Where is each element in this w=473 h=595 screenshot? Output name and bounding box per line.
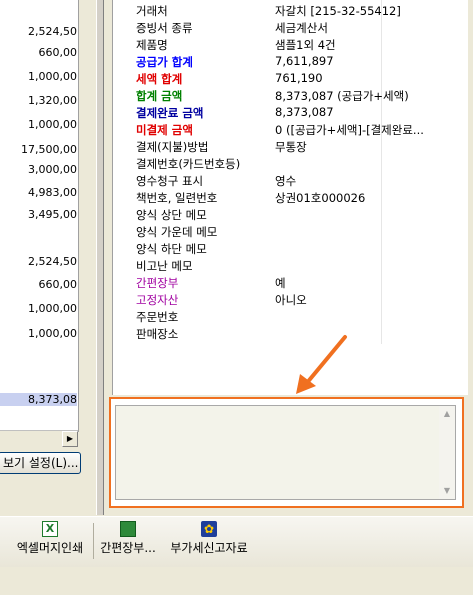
vat-report-data-button[interactable]: ✿ 부가세신고자료 <box>165 521 253 563</box>
property-key: 세액 합계 <box>136 72 183 86</box>
toolbar-separator <box>93 523 94 559</box>
property-key: 고정자산 <box>136 293 179 307</box>
property-key: 결제완료 금액 <box>136 106 204 120</box>
excel-icon: X <box>42 521 58 537</box>
view-settings-button[interactable]: 보기 설정(L)... <box>0 452 81 474</box>
property-value[interactable]: 상권01호000026 <box>275 190 365 206</box>
grid-amount-cell[interactable]: 8,373,08 <box>0 393 77 406</box>
grid-amount-cell[interactable]: 660,00 <box>0 46 78 59</box>
property-value[interactable]: 761,190 <box>275 71 323 85</box>
property-key: 판매장소 <box>136 327 179 341</box>
property-value[interactable]: 영수 <box>275 173 296 189</box>
grid-amount-cell[interactable]: 3,495,00 <box>0 208 77 221</box>
properties-panel: 거래처 자갈치 [215-32-55412] 증빙서 종류 세금계산서제품명 샘플1외 … <box>112 0 468 395</box>
property-row[interactable]: 양식 하단 메모 <box>113 241 468 258</box>
simple-ledger-label: 간편장부... <box>100 541 156 555</box>
property-row[interactable]: 양식 가운데 메모 <box>113 224 468 241</box>
property-row[interactable]: 미결제 금액 0 ([공급가+세액]-[결제완료... <box>113 122 468 139</box>
property-value[interactable]: 아니오 <box>275 292 307 308</box>
scroll-down-arrow-icon[interactable]: ▼ <box>439 483 455 499</box>
property-value[interactable]: 자갈치 [215-32-55412] <box>275 3 401 19</box>
memo-scrollbar[interactable]: ▲ ▼ <box>439 406 455 499</box>
property-key: 미결제 금액 <box>136 123 193 137</box>
memo-textarea[interactable] <box>115 405 456 500</box>
property-value[interactable]: 8,373,087 <box>275 105 334 119</box>
grid-amount-cell[interactable]: 17,500,00 <box>0 143 77 156</box>
property-value[interactable]: 0 ([공급가+세액]-[결제완료... <box>275 122 424 138</box>
property-row[interactable]: 양식 상단 메모 <box>113 207 468 224</box>
property-value[interactable]: 샘플1외 4건 <box>275 37 336 53</box>
horizontal-scrollbar[interactable]: ▶ <box>0 430 78 447</box>
property-key: 양식 가운데 메모 <box>136 225 218 239</box>
property-row[interactable]: 책번호, 일련번호 상권01호000026 <box>113 190 468 207</box>
property-row[interactable]: 고정자산 아니오 <box>113 292 468 309</box>
grid-amount-cell[interactable]: 2,524,50 <box>0 25 77 38</box>
grid-amount-cell[interactable]: 1,000,00 <box>0 327 77 340</box>
property-row[interactable]: 간편장부 예 <box>113 275 468 292</box>
property-key: 거래처 <box>136 4 168 18</box>
property-key: 합계 금액 <box>136 89 183 103</box>
property-value[interactable]: 무통장 <box>275 139 307 155</box>
property-key: 공급가 합계 <box>136 55 193 69</box>
property-value[interactable]: 세금계산서 <box>275 20 328 36</box>
grid-amount-cell[interactable]: 1,320,00 <box>0 94 77 107</box>
property-value[interactable]: 예 <box>275 275 286 291</box>
property-key: 양식 상단 메모 <box>136 208 207 222</box>
property-value[interactable]: 8,373,087 (공급가+세액) <box>275 88 409 104</box>
excel-merge-print-label: 엑셀머지인쇄 <box>16 541 84 555</box>
property-row[interactable]: 영수청구 표시 영수 <box>113 173 468 190</box>
property-key: 증빙서 종류 <box>136 21 193 35</box>
property-row[interactable]: 거래처 자갈치 [215-32-55412] <box>113 3 468 20</box>
property-row[interactable]: 제품명 샘플1외 4건 <box>113 37 468 54</box>
property-row[interactable]: 판매장소 <box>113 326 468 343</box>
vat-report-icon: ✿ <box>201 521 217 537</box>
grid-amount-cell[interactable]: 1,000,00 <box>0 70 77 83</box>
property-row[interactable]: 증빙서 종류 세금계산서 <box>113 20 468 37</box>
property-key: 결제(지불)방법 <box>136 140 209 154</box>
scroll-right-arrow-icon[interactable]: ▶ <box>62 431 78 447</box>
property-row[interactable]: 세액 합계 761,190 <box>113 71 468 88</box>
property-key: 결제번호(카드번호등) <box>136 157 241 171</box>
grid-amount-cell[interactable]: 1,000,00 <box>0 302 77 315</box>
property-key: 양식 하단 메모 <box>136 242 207 256</box>
property-value[interactable]: 7,611,897 <box>275 54 334 68</box>
vat-report-label: 부가세신고자료 <box>170 541 248 555</box>
grid-amount-cell[interactable]: 2,524,50 <box>0 255 77 268</box>
property-row[interactable]: 합계 금액 8,373,087 (공급가+세액) <box>113 88 468 105</box>
grid-amount-cell[interactable]: 3,000,00 <box>0 163 77 176</box>
bottom-toolbar: X 엑셀머지인쇄 간편장부... ✿ 부가세신고자료 <box>0 516 473 567</box>
property-row[interactable]: 비고난 메모 <box>113 258 468 275</box>
grid-amount-cell[interactable]: 4,983,00 <box>0 186 77 199</box>
property-row[interactable]: 결제(지불)방법 무통장 <box>113 139 468 156</box>
simple-ledger-button[interactable]: 간편장부... <box>96 521 160 563</box>
grid-amount-cell[interactable]: 1,000,00 <box>0 118 77 131</box>
property-row[interactable]: 주문번호 <box>113 309 468 326</box>
property-key: 주문번호 <box>136 310 179 324</box>
invoice-list-grid[interactable]: 2,524,50 660,00 1,000,00 1,320,00 1,000,00 17… <box>0 0 79 432</box>
excel-merge-print-button[interactable]: X 엑셀머지인쇄 <box>10 521 90 563</box>
property-key: 비고난 메모 <box>136 259 193 273</box>
property-key: 영수청구 표시 <box>136 174 204 188</box>
property-row[interactable]: 결제번호(카드번호등) <box>113 156 468 173</box>
scroll-up-arrow-icon[interactable]: ▲ <box>439 406 455 422</box>
ledger-book-icon <box>120 521 136 537</box>
pane-splitter[interactable] <box>96 0 104 515</box>
property-row[interactable]: 공급가 합계 7,611,897 <box>113 54 468 71</box>
property-key: 책번호, 일련번호 <box>136 191 218 205</box>
property-key: 간편장부 <box>136 276 179 290</box>
property-row[interactable]: 결제완료 금액 8,373,087 <box>113 105 468 122</box>
grid-amount-cell[interactable]: 660,00 <box>0 278 78 291</box>
property-key: 제품명 <box>136 38 168 52</box>
status-area <box>0 567 473 595</box>
